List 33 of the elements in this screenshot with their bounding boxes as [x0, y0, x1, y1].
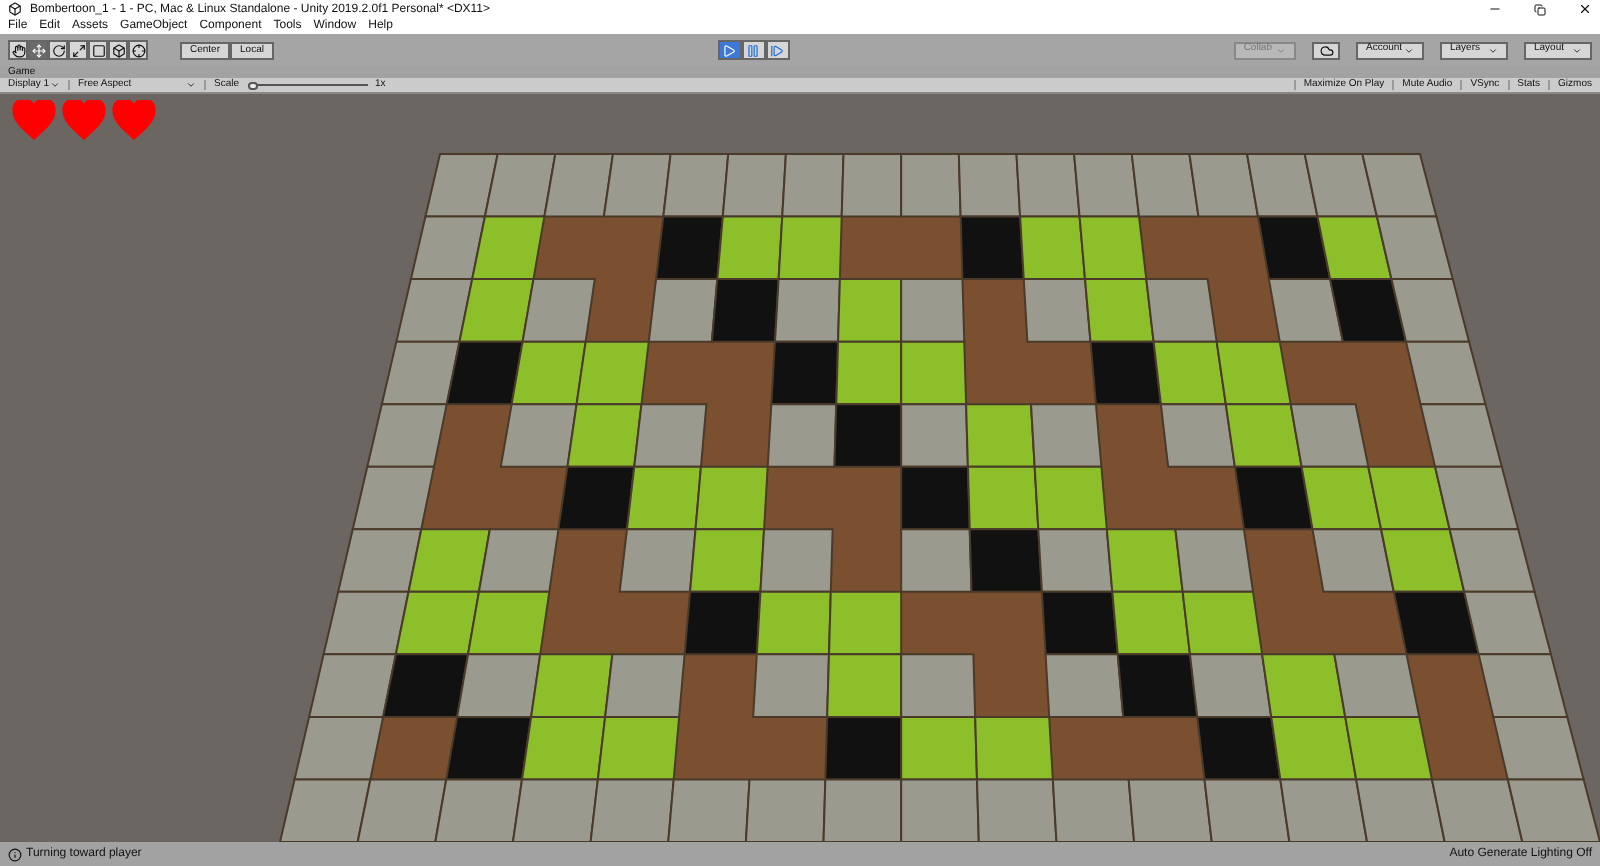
app-logo-icon	[8, 2, 22, 16]
caret-icon	[1276, 45, 1286, 55]
tool-button[interactable]	[8, 40, 28, 60]
playback-button[interactable]	[717, 40, 742, 60]
rect-icon	[91, 43, 105, 57]
caret-icon	[50, 80, 60, 90]
tool-button[interactable]	[128, 40, 148, 60]
scale-slider[interactable]	[247, 81, 368, 89]
hand-icon	[11, 43, 25, 57]
scale-icon	[71, 43, 85, 57]
move-icon	[31, 43, 45, 57]
info-icon	[8, 847, 22, 861]
tool-button[interactable]	[68, 40, 88, 60]
tool-button[interactable]	[88, 40, 108, 60]
caret-icon	[1488, 45, 1498, 55]
restore-icon[interactable]	[1534, 3, 1546, 15]
playback-button[interactable]	[741, 40, 766, 60]
close-icon[interactable]	[1578, 2, 1592, 16]
cloud-icon	[1319, 43, 1333, 57]
cloud-button[interactable]	[1312, 41, 1340, 59]
tool-button[interactable]	[108, 40, 128, 60]
caret-icon	[1572, 45, 1582, 55]
step-icon	[770, 43, 785, 57]
tool-button[interactable]	[48, 40, 68, 60]
caret-icon	[186, 80, 196, 90]
transform-icon	[111, 43, 125, 57]
caret-icon	[1404, 45, 1414, 55]
crosshair-icon	[131, 43, 145, 57]
rotate-icon	[51, 43, 65, 57]
playback-button[interactable]	[765, 40, 790, 60]
pause-icon	[746, 43, 761, 57]
play-icon	[722, 43, 737, 57]
minimize-icon[interactable]	[1488, 2, 1502, 16]
